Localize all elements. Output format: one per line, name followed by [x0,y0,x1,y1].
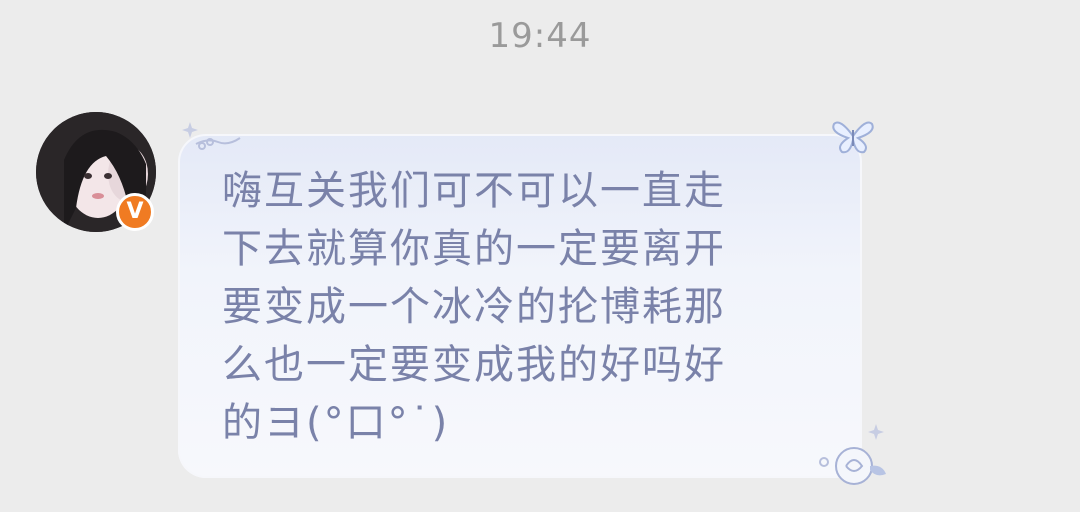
butterfly-icon [830,116,876,160]
verified-icon: V [116,193,154,231]
rose-icon [816,420,896,494]
incoming-message-row: V 嗨互关我们可不可以一直走 下去就算你真的一定要离开 要变成一个冰冷的抡博耗那… [36,112,1036,492]
message-bubble[interactable]: 嗨互关我们可不可以一直走 下去就算你真的一定要离开 要变成一个冰冷的抡博耗那 么… [178,134,862,478]
sparkle-icon [182,118,242,158]
message-text: 嗨互关我们可不可以一直走 下去就算你真的一定要离开 要变成一个冰冷的抡博耗那 么… [222,168,726,446]
timestamp: 19:44 [488,16,592,56]
